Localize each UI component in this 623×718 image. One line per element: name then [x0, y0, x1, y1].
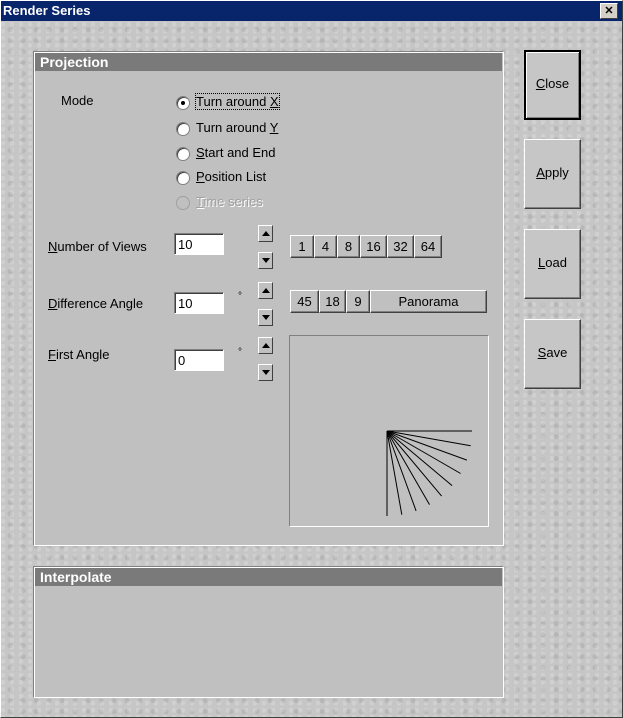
- views-preset-8[interactable]: 8: [337, 235, 360, 258]
- first-angle-degree: °: [238, 347, 242, 358]
- arrow-down-icon: [262, 315, 270, 320]
- difference-angle-label: Difference Angle: [48, 296, 144, 311]
- window-title: Render Series: [3, 3, 91, 18]
- radio-start-and-end[interactable]: [176, 147, 190, 161]
- arrow-down-icon: [262, 370, 270, 375]
- radio-label-turn-around-x[interactable]: Turn around X: [195, 93, 280, 110]
- radio-label-start-and-end[interactable]: Start and End: [196, 145, 276, 160]
- radio-time-series: [176, 196, 190, 210]
- close-button[interactable]: Close: [524, 50, 581, 120]
- difference-angle-down[interactable]: [258, 309, 273, 326]
- difference-angle-input[interactable]: 10: [174, 292, 224, 314]
- number-of-views-input[interactable]: 10: [174, 233, 224, 255]
- render-series-dialog: Render Series ✕ Projection Mode Turn aro…: [0, 0, 623, 718]
- first-angle-label: First Angle: [48, 347, 110, 362]
- arrow-up-icon: [262, 288, 270, 293]
- arrow-up-icon: [262, 231, 270, 236]
- first-angle-up[interactable]: [258, 337, 273, 354]
- arrow-down-icon: [262, 258, 270, 263]
- first-angle-down[interactable]: [258, 364, 273, 381]
- arrow-up-icon: [262, 343, 270, 348]
- radio-position-list[interactable]: [176, 171, 190, 185]
- first-angle-input[interactable]: 0: [174, 349, 224, 371]
- number-of-views-label: Number of Views: [48, 239, 147, 254]
- interpolate-header: Interpolate: [35, 568, 502, 586]
- angle-preset-18[interactable]: 18: [319, 290, 346, 313]
- radio-turn-around-x[interactable]: [176, 96, 190, 110]
- angle-preview: [289, 335, 489, 527]
- close-window-button[interactable]: ✕: [600, 3, 618, 19]
- views-preset-1[interactable]: 1: [290, 235, 314, 258]
- difference-angle-degree: °: [238, 291, 242, 302]
- views-preset-64[interactable]: 64: [414, 235, 442, 258]
- views-preset-32[interactable]: 32: [387, 235, 414, 258]
- title-bar: Render Series ✕: [1, 1, 622, 21]
- apply-button[interactable]: Apply: [524, 139, 581, 209]
- load-button[interactable]: Load: [524, 229, 581, 299]
- radio-label-turn-around-y[interactable]: Turn around Y: [196, 120, 278, 135]
- angle-fan-diagram: [386, 430, 472, 516]
- views-preset-16[interactable]: 16: [360, 235, 387, 258]
- save-button[interactable]: Save: [524, 319, 581, 389]
- number-of-views-down[interactable]: [258, 252, 273, 269]
- difference-angle-up[interactable]: [258, 282, 273, 299]
- projection-header: Projection: [35, 53, 502, 71]
- radio-turn-around-y[interactable]: [176, 122, 190, 136]
- mode-label: Mode: [61, 93, 94, 108]
- views-preset-4[interactable]: 4: [314, 235, 337, 258]
- angle-preset-panorama[interactable]: Panorama: [370, 290, 487, 313]
- number-of-views-up[interactable]: [258, 225, 273, 242]
- angle-preset-9[interactable]: 9: [346, 290, 370, 313]
- angle-preset-45[interactable]: 45: [290, 290, 319, 313]
- interpolate-group: Interpolate: [33, 566, 504, 698]
- radio-label-position-list[interactable]: Position List: [196, 169, 266, 184]
- radio-label-time-series: Time series: [196, 194, 263, 209]
